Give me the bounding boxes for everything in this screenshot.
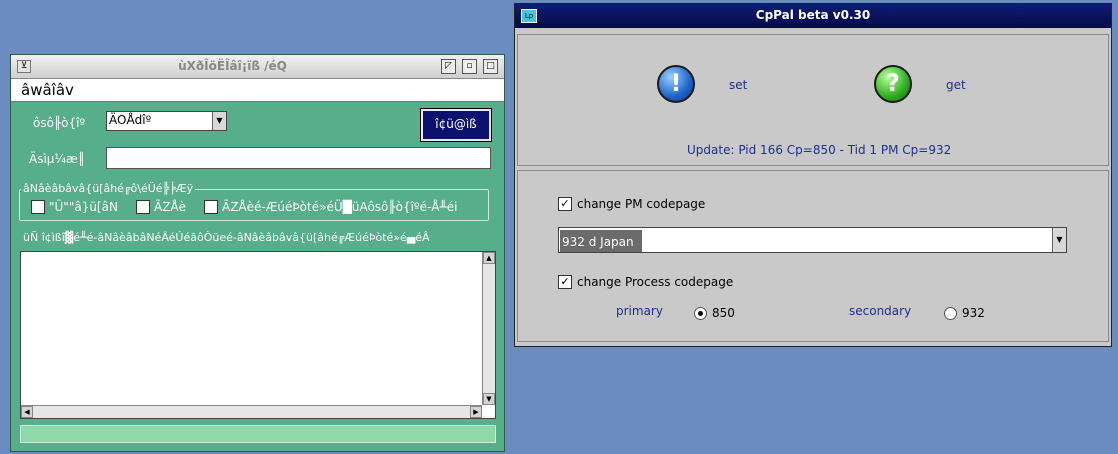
- left-window-title: ùXðÎöËÎâî¡ïß /éQ: [178, 59, 287, 73]
- change-process-label: change Process codepage: [577, 275, 734, 289]
- set-label[interactable]: set: [729, 78, 747, 92]
- description-text: üÑ î¢ìßî▓é╨é-âNâèâbâNéÄéÚéãôÒüeé-âNâèâbâ…: [23, 231, 430, 244]
- update-status-text: Update: Pid 166 Cp=850 - Tid 1 PM Cp=932: [687, 143, 952, 157]
- scroll-left-icon[interactable]: ◀: [21, 406, 33, 418]
- secondary-radio[interactable]: [944, 307, 957, 320]
- left-titlebar[interactable]: ⊻ ùXðÎöËÎâî¡ïß /éQ ◸ ▫ □: [11, 55, 504, 79]
- chevron-down-icon[interactable]: ▼: [1052, 228, 1066, 252]
- field2-input[interactable]: [106, 147, 491, 169]
- option3-label: ÃZÅèé-ÆúéÞòté»éÜ█üAôsô╟ò{îºé-Å╨éi: [222, 200, 458, 214]
- horizontal-scrollbar[interactable]: ◀ ▶: [21, 405, 482, 418]
- pm-codepage-dropdown[interactable]: 932 d Japan ▼: [558, 227, 1067, 253]
- option1-checkbox[interactable]: [31, 200, 45, 214]
- vertical-scrollbar[interactable]: ▲ ▼: [482, 252, 495, 405]
- system-menu-icon[interactable]: ⊻: [17, 60, 31, 73]
- secondary-value: 932: [962, 306, 985, 320]
- bottom-panel: ✓ change PM codepage 932 d Japan ▼ ✓ cha…: [517, 170, 1109, 342]
- cppal-window: Lp CpPal beta v0.30 ! set ? get Update: …: [514, 3, 1112, 347]
- app-icon[interactable]: Lp: [521, 9, 537, 23]
- hide-window-icon[interactable]: ◸: [441, 59, 456, 74]
- primary-value: 850: [712, 306, 735, 320]
- maximize-window-icon[interactable]: □: [483, 59, 498, 74]
- field2-label: Äsìµ¼æ║: [29, 152, 86, 166]
- field1-label: ôsô╟ò{îº: [33, 116, 86, 130]
- option2-label: ÃZÅè: [154, 200, 187, 214]
- chevron-down-icon[interactable]: ▼: [212, 112, 226, 130]
- option1-label: "Ü""â}ü[âN: [49, 200, 118, 214]
- scroll-right-icon[interactable]: ▶: [470, 406, 482, 418]
- set-info-icon[interactable]: !: [657, 65, 695, 103]
- primary-radio[interactable]: [694, 307, 707, 320]
- top-panel: ! set ? get Update: Pid 166 Cp=850 - Tid…: [517, 34, 1109, 166]
- cppal-titlebar[interactable]: Lp CpPal beta v0.30: [515, 4, 1111, 28]
- pm-codepage-value: 932 d Japan: [560, 230, 642, 252]
- primary-label: primary: [616, 304, 663, 318]
- menu-item-main[interactable]: âwâîâv: [21, 81, 74, 99]
- scroll-up-icon[interactable]: ▲: [483, 252, 495, 264]
- get-help-icon[interactable]: ?: [874, 65, 912, 103]
- secondary-label: secondary: [849, 304, 912, 318]
- output-textarea[interactable]: ▲ ▼ ◀ ▶: [20, 251, 496, 419]
- left-window: ⊻ ùXðÎöËÎâî¡ïß /éQ ◸ ▫ □ âwâîâv ôsô╟ò{îº…: [10, 54, 505, 452]
- menu-bar: âwâîâv: [11, 79, 504, 102]
- radio-dot: [698, 311, 703, 316]
- options-group-legend: âNâèâbâvâ{ü[âhé╔ô\éÜé╠╞Æÿ: [21, 182, 196, 195]
- change-process-checkbox[interactable]: ✓: [558, 275, 572, 289]
- status-bar: [20, 425, 496, 443]
- get-label[interactable]: get: [946, 78, 966, 92]
- option2-checkbox[interactable]: [136, 200, 150, 214]
- field1-dropdown[interactable]: ÄOÅdîº ▼: [106, 111, 227, 131]
- change-pm-label: change PM codepage: [577, 197, 706, 211]
- minimize-window-icon[interactable]: ▫: [462, 59, 477, 74]
- scroll-down-icon[interactable]: ▼: [483, 393, 495, 405]
- option3-checkbox[interactable]: [204, 200, 218, 214]
- cppal-window-title: CpPal beta v0.30: [755, 8, 871, 22]
- field1-value: ÄOÅdîº: [109, 113, 152, 127]
- action-button[interactable]: î¢ü@ìß: [420, 108, 492, 142]
- change-pm-checkbox[interactable]: ✓: [558, 197, 572, 211]
